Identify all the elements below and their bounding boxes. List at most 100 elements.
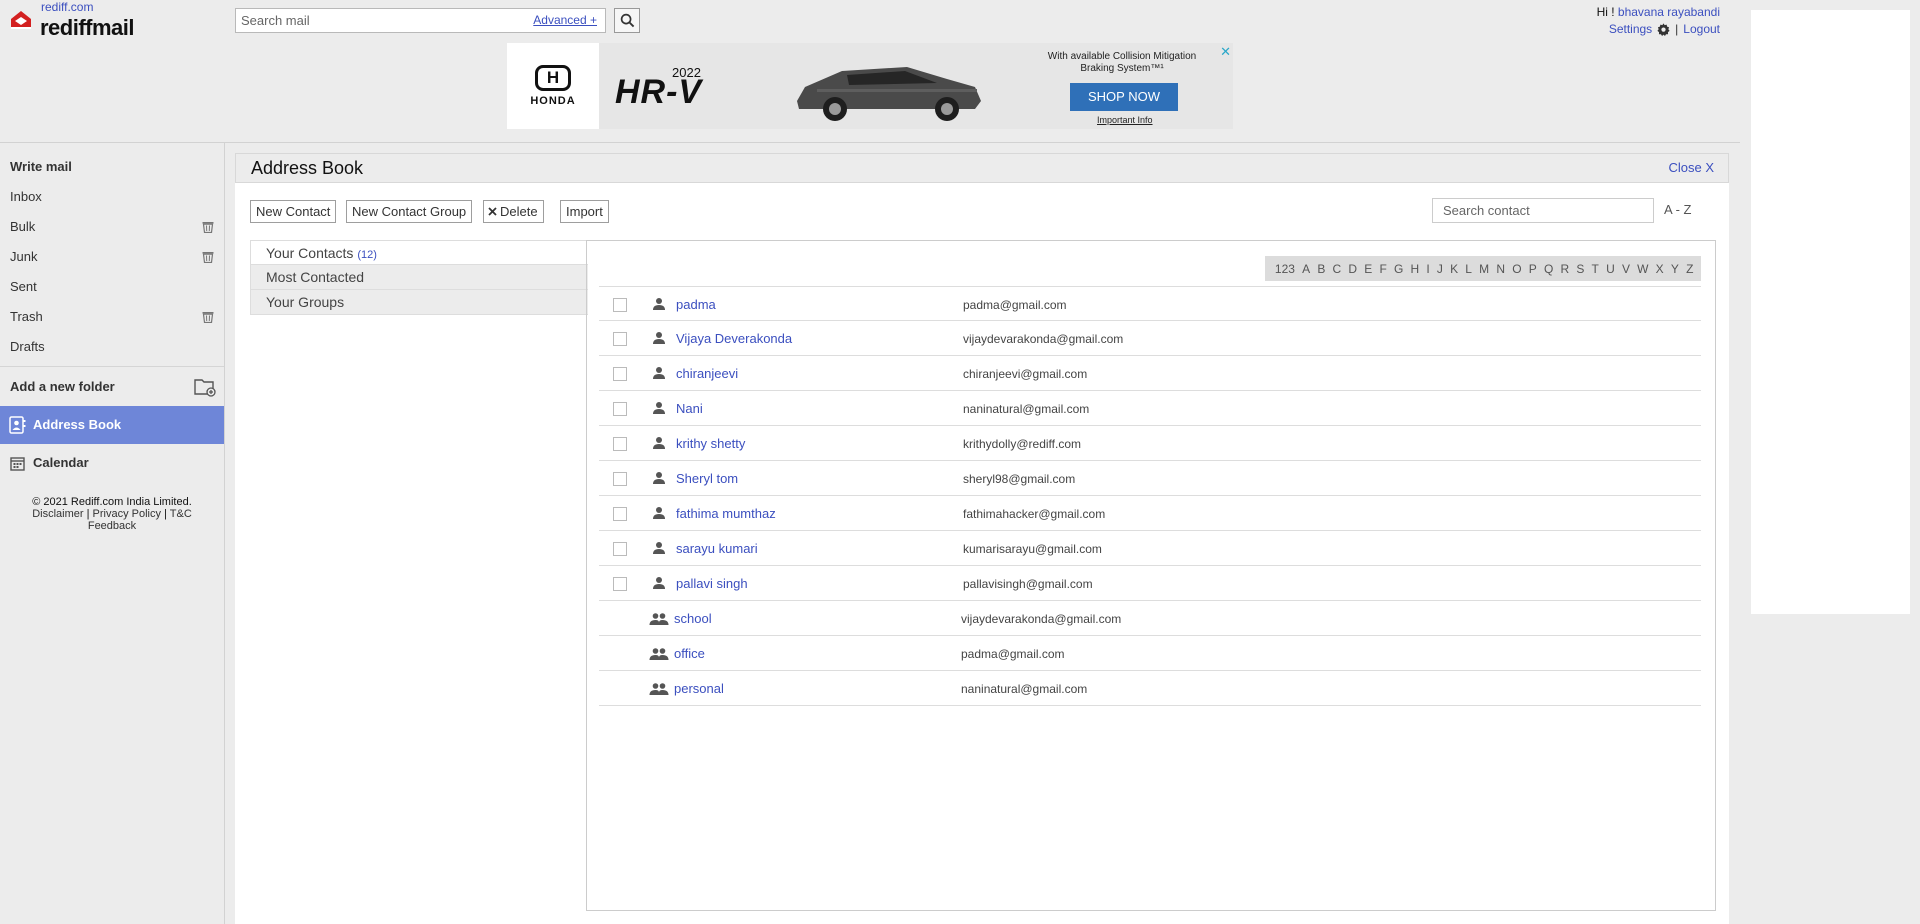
contact-checkbox[interactable] — [613, 542, 627, 556]
contact-checkbox[interactable] — [613, 507, 627, 521]
sidebar-item-bulk[interactable]: Bulk — [0, 212, 224, 242]
alphabet-filter-o[interactable]: O — [1512, 262, 1521, 276]
alphabet-filter-w[interactable]: W — [1637, 262, 1648, 276]
shop-now-button[interactable]: SHOP NOW — [1070, 83, 1178, 111]
contact-name-link[interactable]: Nani — [676, 401, 703, 416]
contact-name-link[interactable]: pallavi singh — [676, 576, 748, 591]
alphabet-filter-z[interactable]: Z — [1686, 262, 1693, 276]
write-mail-link[interactable]: Write mail — [0, 152, 224, 182]
honda-brand-block: H HONDA — [507, 43, 599, 129]
contact-name-link[interactable]: sarayu kumari — [676, 541, 758, 556]
contact-checkbox[interactable] — [613, 367, 627, 381]
contact-name-link[interactable]: Sheryl tom — [676, 471, 738, 486]
alphabet-filter-c[interactable]: C — [1333, 262, 1342, 276]
contact-name-link[interactable]: krithy shetty — [676, 436, 745, 451]
import-button[interactable]: Import — [560, 200, 609, 223]
empty-folder-icon[interactable] — [202, 251, 214, 263]
contact-checkbox[interactable] — [613, 402, 627, 416]
alphabet-filter-a[interactable]: A — [1302, 262, 1310, 276]
search-button[interactable] — [614, 8, 640, 33]
alphabet-filter-h[interactable]: H — [1411, 262, 1420, 276]
contact-row: sarayu kumari kumarisarayu@gmail.com — [599, 531, 1701, 566]
folder-list: Inbox Bulk Junk Sent Trash Drafts — [0, 182, 224, 362]
contact-checkbox[interactable] — [613, 472, 627, 486]
user-name-link[interactable]: bhavana rayabandi — [1618, 5, 1720, 19]
tab-most-contacted[interactable]: Most Contacted — [250, 265, 588, 290]
contact-name-link[interactable]: fathima mumthaz — [676, 506, 776, 521]
new-contact-button[interactable]: New Contact — [250, 200, 337, 223]
contact-checkbox[interactable] — [613, 332, 627, 346]
empty-folder-icon[interactable] — [202, 221, 214, 233]
tab-your-contacts[interactable]: Your Contacts (12) — [250, 240, 588, 265]
delete-button[interactable]: Delete — [483, 200, 544, 223]
settings-link[interactable]: Settings — [1609, 21, 1652, 38]
group-name-link[interactable]: personal — [674, 681, 724, 696]
sidebar-item-sent[interactable]: Sent — [0, 272, 224, 302]
alphabet-filter-k[interactable]: K — [1450, 262, 1458, 276]
privacy-policy-link[interactable]: Privacy Policy — [93, 508, 161, 520]
alphabet-filter-s[interactable]: S — [1576, 262, 1584, 276]
sidebar-item-junk[interactable]: Junk — [0, 242, 224, 272]
sidebar: Write mail Inbox Bulk Junk Sent Trash Drafts … — [0, 143, 225, 924]
alphabet-filter-l[interactable]: L — [1465, 262, 1472, 276]
ad-close-icon[interactable]: ✕ — [1220, 44, 1231, 60]
logo-small-text[interactable]: rediff.com — [41, 0, 93, 14]
contact-checkbox[interactable] — [613, 437, 627, 451]
contact-checkbox[interactable] — [613, 577, 627, 591]
alphabet-filter-f[interactable]: F — [1379, 262, 1386, 276]
contact-checkbox[interactable] — [613, 298, 627, 312]
sort-az-toggle[interactable]: A - Z — [1664, 202, 1691, 217]
alphabet-filter-g[interactable]: G — [1394, 262, 1403, 276]
address-book-nav[interactable]: Address Book — [0, 406, 224, 444]
honda-ad-banner[interactable]: H HONDA 2022 HR-V With available Collisi… — [507, 43, 1233, 129]
contact-email: pallavisingh@gmail.com — [963, 577, 1093, 591]
search-contact-input[interactable] — [1433, 199, 1653, 222]
tab-your-groups[interactable]: Your Groups — [250, 290, 588, 315]
alphabet-filter-m[interactable]: M — [1479, 262, 1489, 276]
calendar-icon — [10, 457, 25, 471]
alphabet-filter-u[interactable]: U — [1606, 262, 1615, 276]
person-icon — [653, 367, 665, 379]
tc-link[interactable]: T&C — [170, 508, 192, 520]
gear-icon[interactable] — [1657, 23, 1670, 36]
sidebar-footer: © 2021 Rediff.com India Limited. Disclai… — [0, 496, 224, 532]
alphabet-filter-p[interactable]: P — [1529, 262, 1537, 276]
search-mail-input[interactable] — [236, 9, 516, 32]
alphabet-filter-123[interactable]: 123 — [1275, 262, 1295, 276]
alphabet-filter-n[interactable]: N — [1496, 262, 1505, 276]
alphabet-filter-y[interactable]: Y — [1671, 262, 1679, 276]
disclaimer-link[interactable]: Disclaimer — [32, 508, 83, 520]
contact-name-link[interactable]: Vijaya Deverakonda — [676, 331, 792, 346]
calendar-nav[interactable]: Calendar — [0, 444, 224, 482]
new-contact-group-button[interactable]: New Contact Group — [346, 200, 473, 223]
alphabet-filter-v[interactable]: V — [1622, 262, 1630, 276]
alphabet-filter-t[interactable]: T — [1592, 262, 1599, 276]
alphabet-filter-i[interactable]: I — [1426, 262, 1429, 276]
alphabet-filter-q[interactable]: Q — [1544, 262, 1553, 276]
alphabet-filter-x[interactable]: X — [1656, 262, 1664, 276]
alphabet-filter-r[interactable]: R — [1560, 262, 1569, 276]
sidebar-item-inbox[interactable]: Inbox — [0, 182, 224, 212]
empty-folder-icon[interactable] — [202, 311, 214, 323]
sidebar-item-trash[interactable]: Trash — [0, 302, 224, 332]
folder-add-icon[interactable] — [194, 377, 216, 397]
alphabet-filter-j[interactable]: J — [1437, 262, 1443, 276]
important-info-link[interactable]: Important Info — [1097, 115, 1153, 125]
contact-name-link[interactable]: chiranjeevi — [676, 366, 738, 381]
group-name-link[interactable]: office — [674, 646, 705, 661]
group-name-link[interactable]: school — [674, 611, 712, 626]
logout-link[interactable]: Logout — [1683, 21, 1720, 38]
sidebar-item-drafts[interactable]: Drafts — [0, 332, 224, 362]
rediffmail-logo[interactable]: rediff.com rediffmail — [8, 0, 158, 40]
advanced-search-link[interactable]: Advanced + — [533, 13, 597, 27]
contact-name-link[interactable]: padma — [676, 297, 716, 312]
person-icon — [653, 507, 665, 519]
add-folder-item[interactable]: Add a new folder — [0, 366, 224, 406]
feedback-link[interactable]: Feedback — [88, 520, 136, 532]
alphabet-filter-b[interactable]: B — [1317, 262, 1325, 276]
contact-list: padma padma@gmail.com Vijaya Deverakonda vi… — [599, 286, 1701, 706]
alphabet-filter-d[interactable]: D — [1348, 262, 1357, 276]
address-book-header: Address Book Close X — [235, 153, 1729, 183]
alphabet-filter-e[interactable]: E — [1364, 262, 1372, 276]
close-button[interactable]: Close X — [1668, 160, 1714, 175]
